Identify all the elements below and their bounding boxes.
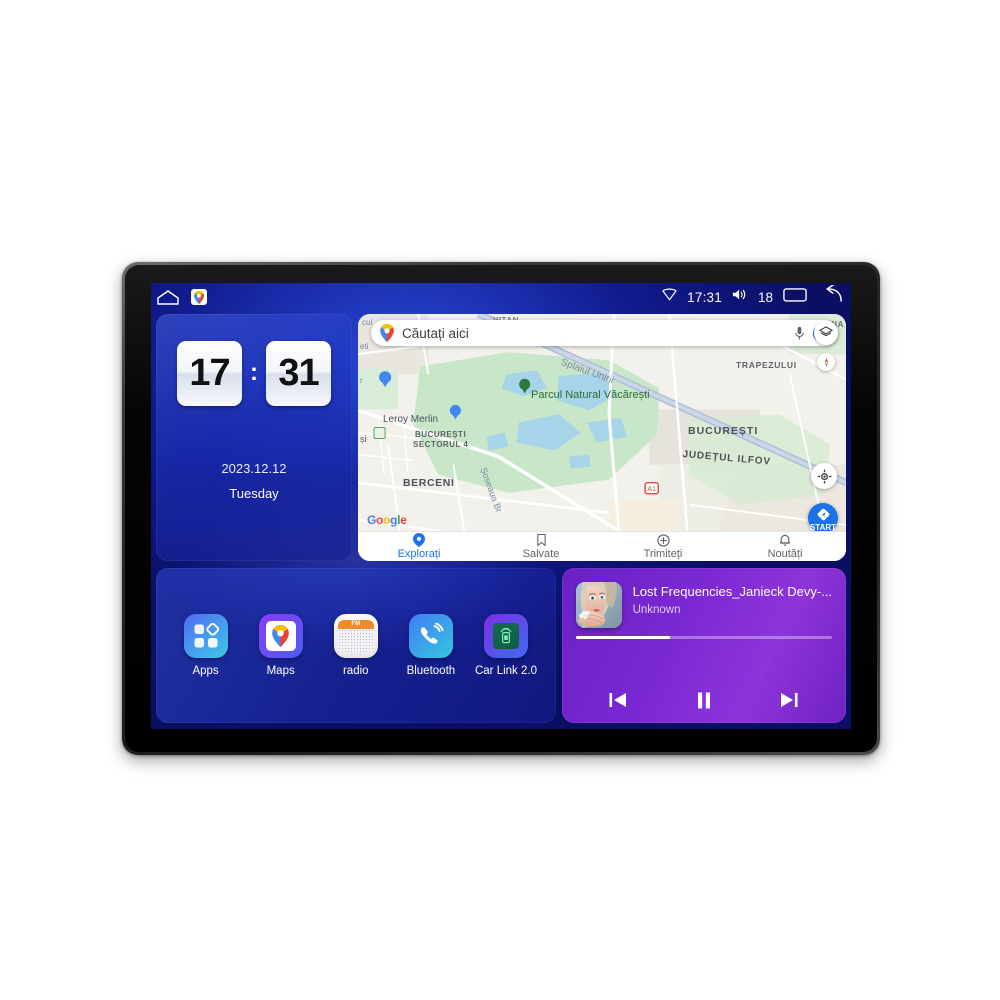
app-item-apps[interactable]: Apps — [173, 614, 239, 677]
app-item-radio[interactable]: FM radio — [323, 614, 389, 677]
google-logo: Google — [367, 513, 407, 527]
clock-hours: 17 — [177, 341, 242, 406]
track-artist: Unknown — [632, 604, 681, 616]
map-nav-label: Trimiteți — [643, 547, 683, 560]
bluetooth-phone-icon — [408, 614, 453, 658]
map-nav-label: Noutăți — [767, 548, 803, 560]
playback-progress-bar[interactable] — [575, 636, 832, 639]
screen: 17:31 18 17: 31 2023.12.12 Tuesday A1 T… — [151, 283, 851, 729]
clock-minutes: 31 — [266, 341, 331, 406]
media-player-widget[interactable]: Lost Frequencies_Janieck Devy-... Unknow… — [561, 568, 846, 723]
home-icon[interactable] — [157, 289, 179, 305]
map-canvas: A1 — [358, 314, 846, 556]
bookmark-icon — [536, 533, 546, 547]
next-track-icon[interactable] — [771, 687, 807, 713]
home-widget-grid: 17 : 31 2023.12.12 Tuesday A1 TRAPEZULUI… — [151, 311, 851, 729]
status-bar: 17:31 18 — [151, 283, 851, 311]
album-art — [575, 582, 622, 628]
track-title: Lost Frequencies_Janieck Devy-... — [632, 584, 832, 599]
clock-date: 2023.12.12 — [221, 461, 287, 476]
clock-weekday: Tuesday — [229, 486, 279, 501]
maps-pin-icon — [258, 614, 303, 658]
app-label: radio — [342, 665, 369, 677]
map-nav-label: Explorați — [397, 548, 441, 560]
recents-icon[interactable] — [783, 286, 807, 308]
app-label: Car Link 2.0 — [474, 665, 537, 677]
contribute-plus-icon — [656, 533, 670, 547]
maps-bottom-nav: Explorați Salvate Trimiteți Noutăți — [358, 531, 846, 561]
clock-widget[interactable]: 17 : 31 2023.12.12 Tuesday — [156, 314, 352, 561]
map-nav-item-contribute[interactable]: Trimiteți — [602, 533, 724, 560]
map-nav-item-updates[interactable]: Noutăți — [724, 533, 846, 560]
maps-pin-icon — [380, 324, 394, 342]
navigation-arrow-icon — [817, 508, 829, 521]
map-search-bar[interactable]: Căutați aici — [371, 320, 838, 346]
bell-updates-icon — [780, 534, 790, 546]
volume-icon[interactable] — [732, 288, 748, 306]
playback-progress-fill — [575, 636, 671, 639]
map-nav-item-saved[interactable]: Salvate — [480, 533, 602, 560]
app-label: Maps — [266, 665, 295, 677]
wifi-icon — [662, 288, 677, 306]
start-navigation-button[interactable]: START — [808, 503, 838, 533]
back-arrow-icon[interactable] — [817, 284, 843, 309]
volume-value: 18 — [757, 289, 773, 305]
speaker-grille — [337, 628, 374, 653]
transport-controls — [576, 687, 832, 713]
previous-track-icon[interactable] — [600, 687, 636, 713]
device-bezel: 17:31 18 17: 31 2023.12.12 Tuesday A1 T… — [125, 265, 877, 752]
flip-clock: 17 : 31 — [177, 341, 331, 406]
car-link-phone-icon — [483, 614, 528, 658]
explore-pin-icon — [413, 533, 425, 547]
app-item-maps[interactable]: Maps — [248, 614, 314, 677]
clock-separator: : — [250, 358, 258, 386]
map-nav-label: Salvate — [522, 548, 560, 560]
map-layers-icon[interactable] — [814, 321, 838, 345]
app-item-bluetooth[interactable]: Bluetooth — [398, 614, 464, 677]
map-nav-item-explore[interactable]: Explorați — [358, 533, 480, 560]
app-item-car-link[interactable]: Car Link 2.0 — [473, 614, 539, 677]
app-label: Apps — [192, 665, 219, 677]
status-time: 17:31 — [687, 289, 722, 305]
fm-band-label: FM — [337, 619, 374, 629]
maps-widget[interactable]: A1 TRAPEZULUI Splaiul Unirii Parcul Natu… — [358, 314, 846, 561]
car-head-unit-device: 17:31 18 17: 31 2023.12.12 Tuesday A1 T… — [122, 262, 880, 755]
app-label: Bluetooth — [406, 665, 456, 677]
map-search-placeholder[interactable]: Căutați aici — [402, 326, 786, 341]
fm-radio-icon: FM — [333, 614, 378, 658]
svg-text:A1: A1 — [647, 486, 656, 493]
my-location-icon[interactable] — [811, 463, 837, 489]
maps-shortcut-icon[interactable] — [191, 289, 207, 305]
apps-grid-icon — [183, 614, 228, 658]
microphone-icon[interactable] — [794, 326, 805, 341]
pause-icon[interactable] — [686, 687, 722, 713]
compass-icon[interactable] — [817, 353, 835, 371]
apps-dock: Apps Maps FM radio Bluetooth Car Link 2.… — [156, 568, 556, 723]
